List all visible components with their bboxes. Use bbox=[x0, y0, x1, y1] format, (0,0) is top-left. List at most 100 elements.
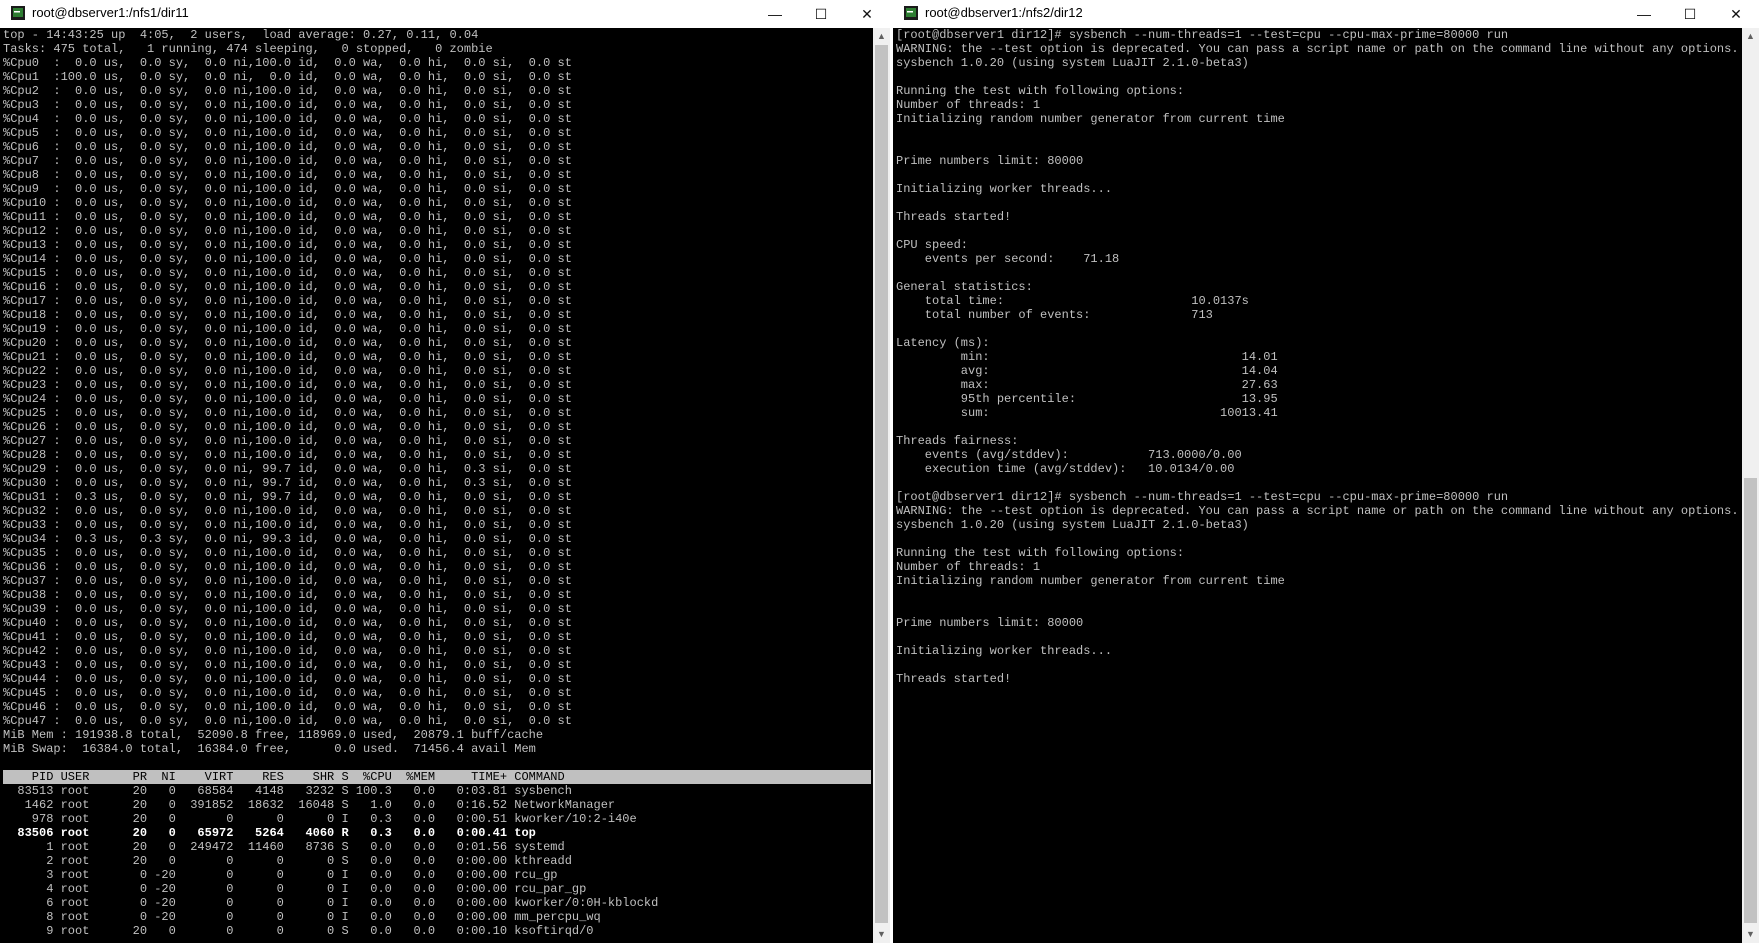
cpu-usage-line: %Cpu4 : 0.0 us, 0.0 sy, 0.0 ni,100.0 id,… bbox=[3, 112, 572, 126]
terminal-line: sysbench 1.0.20 (using system LuaJIT 2.1… bbox=[896, 56, 1249, 70]
cpu-usage-line: %Cpu8 : 0.0 us, 0.0 sy, 0.0 ni,100.0 id,… bbox=[3, 168, 572, 182]
right-title-bar[interactable]: root@dbserver1:/nfs2/dir12 — ☐ ✕ bbox=[893, 0, 1759, 28]
terminal-line: General statistics: bbox=[896, 280, 1033, 294]
terminal-line: avg: 14.04 bbox=[896, 364, 1278, 378]
terminal-line: Number of threads: 1 bbox=[896, 560, 1041, 574]
putty-terminal-icon bbox=[904, 6, 918, 20]
terminal-line: sum: 10013.41 bbox=[896, 406, 1278, 420]
cpu-usage-line: %Cpu20 : 0.0 us, 0.0 sy, 0.0 ni,100.0 id… bbox=[3, 336, 572, 350]
left-minimize-button[interactable]: — bbox=[752, 0, 798, 28]
cpu-usage-line: %Cpu37 : 0.0 us, 0.0 sy, 0.0 ni,100.0 id… bbox=[3, 574, 572, 588]
terminal-line: Initializing random number generator fro… bbox=[896, 112, 1285, 126]
cpu-usage-line: %Cpu23 : 0.0 us, 0.0 sy, 0.0 ni,100.0 id… bbox=[3, 378, 572, 392]
terminal-line: Initializing worker threads... bbox=[896, 644, 1113, 658]
terminal-line: [root@dbserver1 dir12]# sysbench --num-t… bbox=[896, 490, 1509, 504]
terminal-line: min: 14.01 bbox=[896, 350, 1278, 364]
cpu-usage-line: %Cpu17 : 0.0 us, 0.0 sy, 0.0 ni,100.0 id… bbox=[3, 294, 572, 308]
cpu-usage-line: %Cpu38 : 0.0 us, 0.0 sy, 0.0 ni,100.0 id… bbox=[3, 588, 572, 602]
cpu-usage-line: %Cpu43 : 0.0 us, 0.0 sy, 0.0 ni,100.0 id… bbox=[3, 658, 572, 672]
process-table-header-row: PID USER PR NI VIRT RES SHR S %CPU %MEM … bbox=[3, 770, 871, 784]
cpu-usage-line: %Cpu34 : 0.3 us, 0.3 sy, 0.0 ni, 99.3 id… bbox=[3, 532, 572, 546]
left-title-bar[interactable]: root@dbserver1:/nfs1/dir11 — ☐ ✕ bbox=[0, 0, 890, 28]
terminal-line: Initializing worker threads... bbox=[896, 182, 1113, 196]
memory-line: MiB Mem : 191938.8 total, 52090.8 free, … bbox=[3, 728, 544, 742]
memory-line: MiB Swap: 16384.0 total, 16384.0 free, 0… bbox=[3, 742, 536, 756]
terminal-line: events (avg/stddev): 713.0000/0.00 bbox=[896, 448, 1242, 462]
terminal-line: Threads started! bbox=[896, 210, 1012, 224]
cpu-usage-line: %Cpu12 : 0.0 us, 0.0 sy, 0.0 ni,100.0 id… bbox=[3, 224, 572, 238]
left-window-title: root@dbserver1:/nfs1/dir11 bbox=[32, 5, 189, 20]
terminal-line: total number of events: 713 bbox=[896, 308, 1213, 322]
cpu-usage-line: %Cpu19 : 0.0 us, 0.0 sy, 0.0 ni,100.0 id… bbox=[3, 322, 572, 336]
process-row: 83513 root 20 0 68584 4148 3232 S 100.3 … bbox=[3, 784, 572, 798]
terminal-line: WARNING: the --test option is deprecated… bbox=[896, 42, 1739, 56]
cpu-usage-line: %Cpu35 : 0.0 us, 0.0 sy, 0.0 ni,100.0 id… bbox=[3, 546, 572, 560]
terminal-line: Initializing random number generator fro… bbox=[896, 574, 1285, 588]
terminal-line: Number of threads: 1 bbox=[896, 98, 1041, 112]
left-scroll-down-arrow-icon[interactable]: ▼ bbox=[873, 926, 890, 943]
terminal-line: max: 27.63 bbox=[896, 378, 1278, 392]
right-scroll-thumb[interactable] bbox=[1744, 478, 1757, 923]
right-minimize-button[interactable]: — bbox=[1621, 0, 1667, 28]
terminal-line: Threads started! bbox=[896, 672, 1012, 686]
cpu-usage-line: %Cpu36 : 0.0 us, 0.0 sy, 0.0 ni,100.0 id… bbox=[3, 560, 572, 574]
process-row: 9 root 20 0 0 0 0 S 0.0 0.0 0:00.10 ksof… bbox=[3, 924, 594, 938]
cpu-usage-line: %Cpu30 : 0.0 us, 0.0 sy, 0.0 ni, 99.7 id… bbox=[3, 476, 572, 490]
right-terminal-window: root@dbserver1:/nfs2/dir12 — ☐ ✕ [root@d… bbox=[893, 0, 1759, 943]
left-close-button[interactable]: ✕ bbox=[844, 0, 890, 28]
right-scroll-up-arrow-icon[interactable]: ▲ bbox=[1742, 28, 1759, 45]
cpu-usage-line: %Cpu14 : 0.0 us, 0.0 sy, 0.0 ni,100.0 id… bbox=[3, 252, 572, 266]
cpu-usage-line: %Cpu10 : 0.0 us, 0.0 sy, 0.0 ni,100.0 id… bbox=[3, 196, 572, 210]
cpu-usage-line: %Cpu1 :100.0 us, 0.0 sy, 0.0 ni, 0.0 id,… bbox=[3, 70, 572, 84]
terminal-line: sysbench 1.0.20 (using system LuaJIT 2.1… bbox=[896, 518, 1249, 532]
terminal-line: Latency (ms): bbox=[896, 336, 990, 350]
left-scroll-up-arrow-icon[interactable]: ▲ bbox=[873, 28, 890, 45]
cpu-usage-line: %Cpu24 : 0.0 us, 0.0 sy, 0.0 ni,100.0 id… bbox=[3, 392, 572, 406]
left-scrollbar[interactable]: ▲ ▼ bbox=[873, 28, 890, 943]
process-row: 1 root 20 0 249472 11460 8736 S 0.0 0.0 … bbox=[3, 840, 565, 854]
process-row: 2 root 20 0 0 0 0 S 0.0 0.0 0:00.00 kthr… bbox=[3, 854, 572, 868]
terminal-line: WARNING: the --test option is deprecated… bbox=[896, 504, 1739, 518]
cpu-usage-line: %Cpu25 : 0.0 us, 0.0 sy, 0.0 ni,100.0 id… bbox=[3, 406, 572, 420]
left-terminal-window: root@dbserver1:/nfs1/dir11 — ☐ ✕ top - 1… bbox=[0, 0, 890, 943]
top-summary-line: Tasks: 475 total, 1 running, 474 sleepin… bbox=[3, 42, 493, 56]
cpu-usage-line: %Cpu41 : 0.0 us, 0.0 sy, 0.0 ni,100.0 id… bbox=[3, 630, 572, 644]
cpu-usage-line: %Cpu9 : 0.0 us, 0.0 sy, 0.0 ni,100.0 id,… bbox=[3, 182, 572, 196]
left-scroll-thumb[interactable] bbox=[875, 45, 888, 923]
cpu-usage-line: %Cpu0 : 0.0 us, 0.0 sy, 0.0 ni,100.0 id,… bbox=[3, 56, 572, 70]
cpu-usage-line: %Cpu45 : 0.0 us, 0.0 sy, 0.0 ni,100.0 id… bbox=[3, 686, 572, 700]
terminal-line: execution time (avg/stddev): 10.0134/0.0… bbox=[896, 462, 1235, 476]
process-row: 8 root 0 -20 0 0 0 I 0.0 0.0 0:00.00 mm_… bbox=[3, 910, 601, 924]
cpu-usage-line: %Cpu29 : 0.0 us, 0.0 sy, 0.0 ni, 99.7 id… bbox=[3, 462, 572, 476]
terminal-line: Prime numbers limit: 80000 bbox=[896, 616, 1084, 630]
process-row: 4 root 0 -20 0 0 0 I 0.0 0.0 0:00.00 rcu… bbox=[3, 882, 587, 896]
process-row: 3 root 0 -20 0 0 0 I 0.0 0.0 0:00.00 rcu… bbox=[3, 868, 558, 882]
cpu-usage-line: %Cpu5 : 0.0 us, 0.0 sy, 0.0 ni,100.0 id,… bbox=[3, 126, 572, 140]
terminal-line: [root@dbserver1 dir12]# sysbench --num-t… bbox=[896, 28, 1509, 42]
right-scrollbar[interactable]: ▲ ▼ bbox=[1742, 28, 1759, 943]
cpu-usage-line: %Cpu15 : 0.0 us, 0.0 sy, 0.0 ni,100.0 id… bbox=[3, 266, 572, 280]
right-terminal-output[interactable]: [root@dbserver1 dir12]# sysbench --num-t… bbox=[896, 28, 1739, 686]
right-close-button[interactable]: ✕ bbox=[1713, 0, 1759, 28]
right-maximize-button[interactable]: ☐ bbox=[1667, 0, 1713, 28]
left-maximize-button[interactable]: ☐ bbox=[798, 0, 844, 28]
left-terminal-output[interactable]: top - 14:43:25 up 4:05, 2 users, load av… bbox=[3, 28, 871, 938]
right-scroll-down-arrow-icon[interactable]: ▼ bbox=[1742, 926, 1759, 943]
putty-terminal-icon bbox=[11, 6, 25, 20]
cpu-usage-line: %Cpu42 : 0.0 us, 0.0 sy, 0.0 ni,100.0 id… bbox=[3, 644, 572, 658]
cpu-usage-line: %Cpu28 : 0.0 us, 0.0 sy, 0.0 ni,100.0 id… bbox=[3, 448, 572, 462]
terminal-line: events per second: 71.18 bbox=[896, 252, 1120, 266]
